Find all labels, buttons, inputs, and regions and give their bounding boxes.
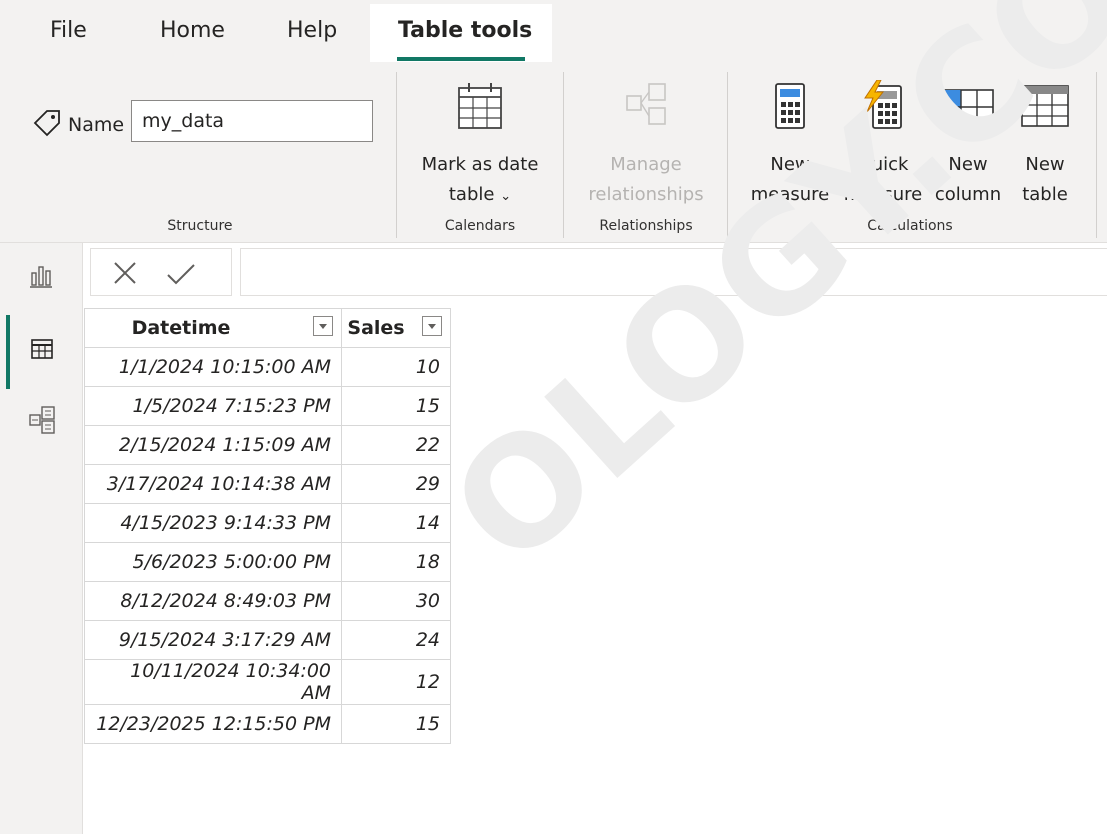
quick-calculator-icon	[836, 79, 930, 142]
check-icon	[167, 264, 195, 285]
table-row[interactable]: 2/15/2024 1:15:09 AM 22	[84, 425, 451, 465]
column-header-sales[interactable]: Sales	[341, 308, 451, 348]
datetime-cell[interactable]: 3/17/2024 10:14:38 AM	[84, 464, 342, 504]
table-row[interactable]: 5/6/2023 5:00:00 PM 18	[84, 542, 451, 582]
column-header-label: Datetime	[131, 317, 231, 339]
table-row[interactable]: 10/11/2024 10:34:00 AM 12	[84, 659, 451, 705]
sales-cell[interactable]: 30	[341, 581, 451, 621]
new-measure-label-1: New	[770, 154, 810, 175]
table-row[interactable]: 1/1/2024 10:15:00 AM 10	[84, 347, 451, 387]
filter-dropdown-icon[interactable]	[422, 316, 442, 336]
sales-cell[interactable]: 14	[341, 503, 451, 543]
new-measure-label-2: measure	[750, 184, 830, 205]
datetime-cell[interactable]: 10/11/2024 10:34:00 AM	[84, 659, 342, 705]
sales-cell[interactable]: 10	[341, 347, 451, 387]
table-name-input[interactable]	[131, 100, 373, 142]
data-table: Datetime Sales 1/1/2024 10:15:00 AM 10 1/5…	[84, 308, 451, 744]
datetime-cell[interactable]: 1/1/2024 10:15:00 AM	[84, 347, 342, 387]
datetime-cell[interactable]: 1/5/2024 7:15:23 PM	[84, 386, 342, 426]
bar-chart-icon	[28, 263, 54, 293]
datetime-cell[interactable]: 4/15/2023 9:14:33 PM	[84, 503, 342, 543]
tab-table-tools[interactable]: Table tools	[398, 18, 532, 43]
table-row[interactable]: 8/12/2024 8:49:03 PM 30	[84, 581, 451, 621]
view-rail	[0, 243, 83, 834]
datetime-cell[interactable]: 2/15/2024 1:15:09 AM	[84, 425, 342, 465]
table-grid-icon	[30, 337, 54, 365]
sales-cell[interactable]: 12	[341, 659, 451, 705]
chevron-down-icon: ⌄	[500, 189, 512, 204]
report-view-button[interactable]	[0, 249, 82, 305]
ribbon: Name Structure Mark as date table ⌄ Cale…	[0, 62, 1107, 243]
mark-as-date-label-1: Mark as date	[421, 154, 539, 175]
active-tab-indicator	[397, 57, 525, 61]
sales-cell[interactable]: 18	[341, 542, 451, 582]
quick-measure-label-2: measure	[843, 184, 923, 205]
new-column-label-2: column	[934, 184, 1002, 205]
new-table-label-2: table	[1022, 184, 1068, 205]
column-header-datetime[interactable]: Datetime	[84, 308, 342, 348]
new-column-label-1: New	[948, 154, 988, 175]
new-measure-button[interactable]: New measure	[743, 80, 837, 210]
table-row[interactable]: 9/15/2024 3:17:29 AM 24	[84, 620, 451, 660]
sales-cell[interactable]: 24	[341, 620, 451, 660]
calculator-icon	[743, 80, 837, 142]
commit-formula-button[interactable]	[165, 259, 197, 291]
datetime-cell[interactable]: 5/6/2023 5:00:00 PM	[84, 542, 342, 582]
quick-measure-label-1: Quick	[857, 154, 909, 175]
cancel-formula-button[interactable]	[111, 259, 139, 291]
table-column-icon	[926, 80, 1010, 142]
tab-home[interactable]: Home	[160, 18, 225, 43]
new-table-label-1: New	[1025, 154, 1065, 175]
filter-dropdown-icon[interactable]	[313, 316, 333, 336]
group-divider	[1096, 72, 1097, 238]
manage-relationships-label-1: Manage	[610, 154, 682, 175]
group-divider	[563, 72, 564, 238]
table-row[interactable]: 12/23/2025 12:15:50 PM 15	[84, 704, 451, 744]
manage-relationships-button[interactable]: Manage relationships	[576, 80, 716, 210]
model-view-button[interactable]	[0, 393, 82, 449]
sales-cell[interactable]: 15	[341, 386, 451, 426]
calendars-group-label: Calendars	[444, 218, 516, 234]
calendar-table-icon	[410, 80, 550, 142]
formula-input[interactable]	[240, 248, 1107, 296]
datetime-cell[interactable]: 9/15/2024 3:17:29 AM	[84, 620, 342, 660]
mark-as-date-table-button[interactable]: Mark as date table ⌄	[410, 80, 550, 212]
datetime-cell[interactable]: 12/23/2025 12:15:50 PM	[84, 704, 342, 744]
ribbon-tab-bar: File Home Help Table tools	[0, 0, 1107, 62]
tab-help[interactable]: Help	[287, 18, 337, 43]
relationships-group-label: Relationships	[599, 218, 693, 234]
formula-buttons	[90, 248, 232, 296]
calculations-group-label: Calculations	[867, 218, 953, 234]
table-row[interactable]: 3/17/2024 10:14:38 AM 29	[84, 464, 451, 504]
sales-cell[interactable]: 29	[341, 464, 451, 504]
table-row[interactable]: 1/5/2024 7:15:23 PM 15	[84, 386, 451, 426]
new-column-button[interactable]: New column	[926, 80, 1010, 210]
model-icon	[28, 405, 56, 439]
tag-icon	[32, 108, 62, 142]
name-label: Name	[68, 114, 125, 136]
datetime-cell[interactable]: 8/12/2024 8:49:03 PM	[84, 581, 342, 621]
manage-relationships-label-2: relationships	[588, 184, 704, 205]
quick-measure-button[interactable]: Quick measure	[836, 79, 930, 210]
structure-group-label: Structure	[167, 218, 233, 234]
table-icon	[1010, 80, 1080, 142]
new-table-button[interactable]: New table	[1010, 80, 1080, 210]
close-icon	[114, 262, 136, 284]
mark-as-date-label-2: table	[448, 184, 495, 205]
sales-cell[interactable]: 15	[341, 704, 451, 744]
relationships-icon	[576, 80, 716, 142]
group-divider	[727, 72, 728, 238]
column-header-label: Sales	[347, 317, 405, 339]
tab-file[interactable]: File	[50, 18, 87, 43]
table-row[interactable]: 4/15/2023 9:14:33 PM 14	[84, 503, 451, 543]
group-divider	[396, 72, 397, 238]
sales-cell[interactable]: 22	[341, 425, 451, 465]
data-view-button[interactable]	[0, 321, 82, 377]
